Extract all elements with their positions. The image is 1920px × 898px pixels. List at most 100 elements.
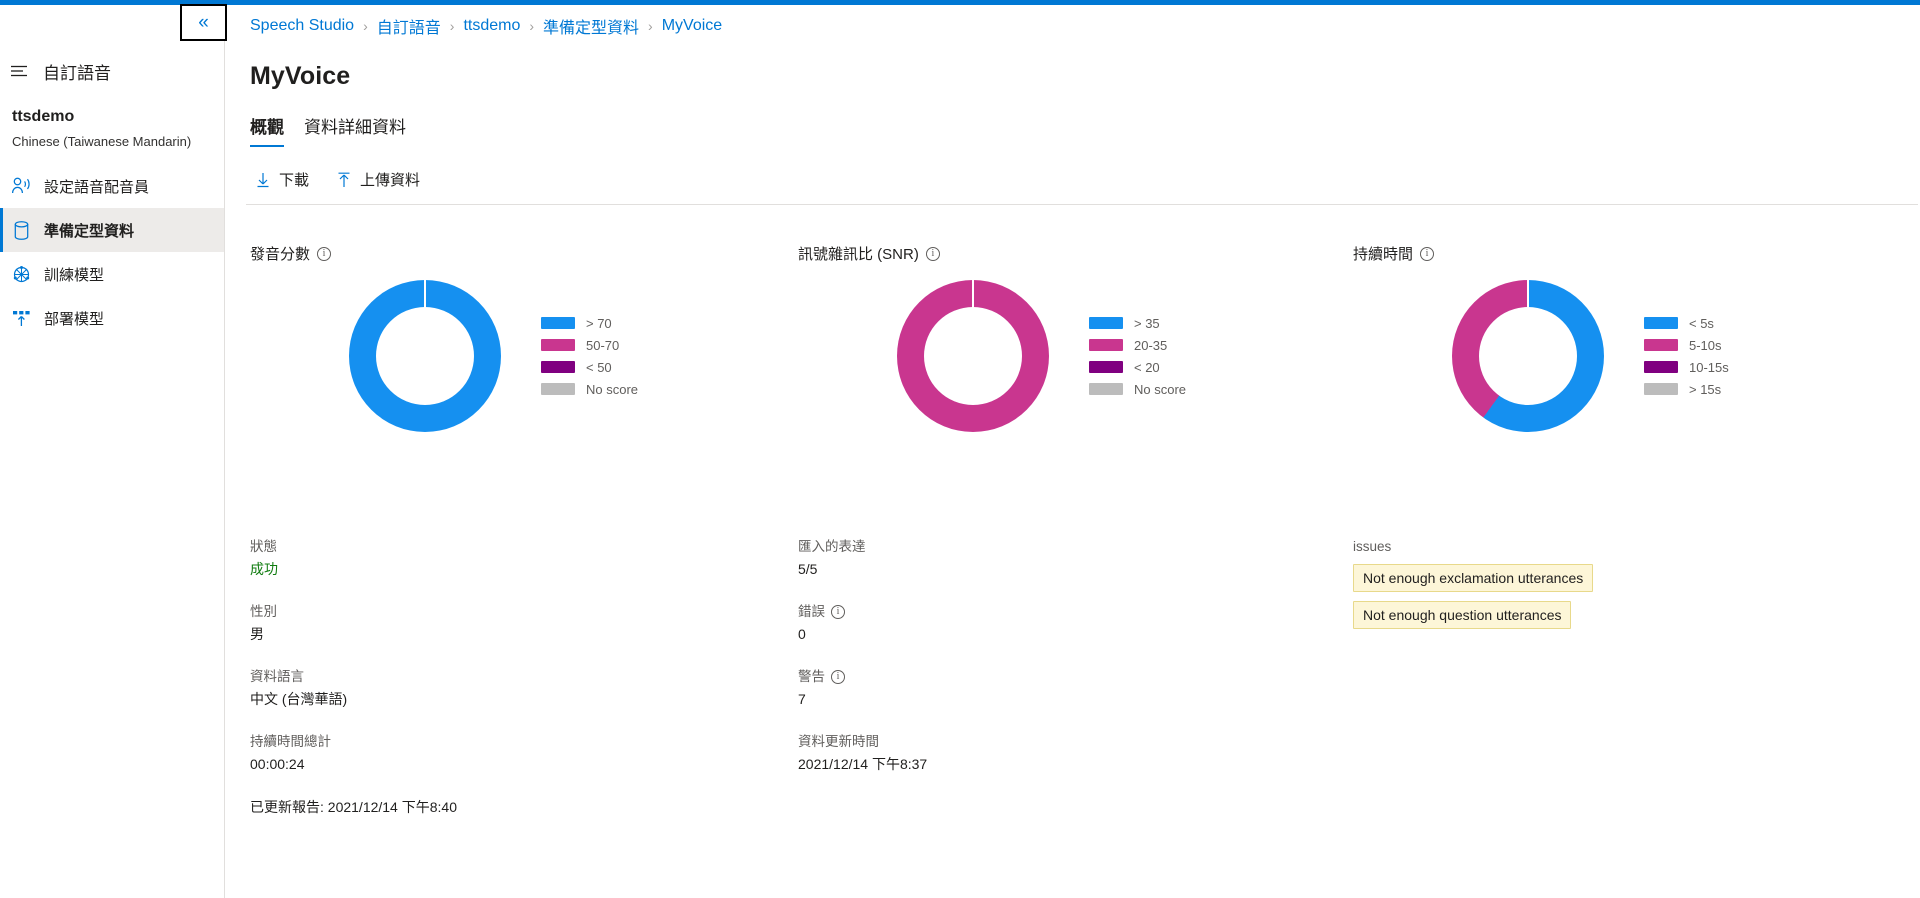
details-column-issues: issues Not enough exclamation utterances… bbox=[1329, 537, 1877, 817]
legend-swatch bbox=[1644, 317, 1678, 329]
info-icon[interactable]: i bbox=[831, 670, 845, 684]
field-label: 資料更新時間 bbox=[798, 732, 1329, 752]
charts-row: 發音分數 i > 70 50-70 < 50 No score 訊號雜訊比 (S… bbox=[226, 205, 1920, 432]
legend-swatch bbox=[541, 361, 575, 373]
collapse-sidebar-button[interactable]: « bbox=[180, 4, 227, 41]
breadcrumb: Speech Studio › 自訂語音 › ttsdemo › 準備定型資料 … bbox=[226, 5, 1920, 38]
legend-item: > 70 bbox=[541, 312, 638, 334]
project-name: ttsdemo bbox=[12, 108, 75, 125]
legend-label: < 5s bbox=[1689, 315, 1714, 331]
field-errors: 錯誤 i 0 bbox=[798, 602, 1329, 645]
legend-label: > 15s bbox=[1689, 381, 1722, 397]
report-updated-text: 已更新報告: 2021/12/14 下午8:40 bbox=[250, 799, 457, 815]
field-label: 持續時間總計 bbox=[250, 734, 331, 749]
sidebar-item-label: 準備定型資料 bbox=[44, 222, 135, 240]
chart-snr: 訊號雜訊比 (SNR) i > 35 20-35 < 20 No score bbox=[774, 243, 1329, 432]
tab-data-details-label: 資料詳細資料 bbox=[304, 118, 406, 137]
donut-chart bbox=[349, 280, 501, 432]
legend-label: No score bbox=[586, 381, 639, 397]
legend-item: 50-70 bbox=[541, 334, 638, 356]
donut-hole bbox=[1479, 307, 1577, 405]
field-value: 7 bbox=[798, 691, 806, 707]
legend-swatch bbox=[1644, 339, 1678, 351]
field-label: 匯入的表達 bbox=[798, 537, 1329, 557]
sidebar-item-voice-talent[interactable]: 設定語音配音員 bbox=[0, 164, 224, 208]
legend-swatch bbox=[541, 339, 575, 351]
field-label: 警告 i bbox=[798, 667, 1329, 687]
sidebar-item-train-model[interactable]: 訓練模型 bbox=[0, 252, 224, 296]
info-icon[interactable]: i bbox=[831, 605, 845, 619]
legend-item: < 5s bbox=[1644, 312, 1729, 334]
donut-chart bbox=[897, 280, 1049, 432]
voice-talent-icon bbox=[10, 175, 32, 197]
field-value: 成功 bbox=[250, 561, 278, 577]
legend-item: No score bbox=[541, 378, 638, 400]
legend-swatch bbox=[1089, 383, 1123, 395]
chart-title-row: 發音分數 i bbox=[226, 243, 774, 264]
legend-item: 5-10s bbox=[1644, 334, 1729, 356]
issue-chip[interactable]: Not enough exclamation utterances bbox=[1353, 564, 1594, 592]
legend-swatch bbox=[1089, 361, 1123, 373]
chart-body: > 35 20-35 < 20 No score bbox=[774, 280, 1329, 432]
tab-overview-label: 概觀 bbox=[250, 118, 284, 137]
chart-body: > 70 50-70 < 50 No score bbox=[226, 280, 774, 432]
download-button[interactable]: 下載 bbox=[246, 163, 319, 196]
page-title: MyVoice bbox=[250, 62, 351, 90]
donut-segment-separator bbox=[972, 280, 974, 308]
field-label-text: 錯誤 bbox=[798, 604, 825, 619]
legend-label: 50-70 bbox=[586, 337, 620, 353]
legend-item: 20-35 bbox=[1089, 334, 1186, 356]
breadcrumb-item-ttsdemo[interactable]: ttsdemo bbox=[463, 17, 520, 35]
breadcrumb-item-speech-studio[interactable]: Speech Studio bbox=[250, 17, 354, 35]
sidebar-section-title-label: 自訂語音 bbox=[43, 63, 111, 83]
chart-title-row: 訊號雜訊比 (SNR) i bbox=[774, 243, 1329, 264]
legend-item: > 15s bbox=[1644, 378, 1729, 400]
field-label: 資料語言 bbox=[250, 669, 304, 684]
legend-label: < 20 bbox=[1134, 359, 1160, 375]
sidebar-item-deploy-model[interactable]: 部署模型 bbox=[0, 296, 224, 340]
issues-label: issues bbox=[1353, 539, 1392, 554]
field-value: 00:00:24 bbox=[250, 756, 305, 772]
breadcrumb-separator-icon: › bbox=[363, 18, 368, 34]
tab-overview[interactable]: 概觀 bbox=[250, 113, 284, 147]
chart-title: 持續時間 bbox=[1353, 246, 1414, 263]
info-icon[interactable]: i bbox=[925, 246, 940, 261]
sidebar-section-title: 自訂語音 bbox=[0, 53, 224, 89]
app-root: « 自訂語音 ttsdemo Chinese (Taiwanese Mandar… bbox=[0, 0, 1920, 898]
tab-data-details[interactable]: 資料詳細資料 bbox=[304, 113, 406, 147]
chart-pronunciation-score: 發音分數 i > 70 50-70 < 50 No score bbox=[226, 243, 774, 432]
legend-item: 10-15s bbox=[1644, 356, 1729, 378]
legend-label: 20-35 bbox=[1134, 337, 1168, 353]
legend-label: > 70 bbox=[586, 315, 612, 331]
field-value: 5/5 bbox=[798, 561, 818, 577]
donut-segment-separator bbox=[424, 280, 426, 308]
breadcrumb-separator-icon: › bbox=[449, 18, 455, 34]
info-icon[interactable]: i bbox=[1420, 246, 1435, 261]
breadcrumb-separator-icon: › bbox=[529, 18, 535, 34]
tab-bar: 概觀 資料詳細資料 bbox=[226, 91, 1920, 147]
legend-label: 5-10s bbox=[1689, 337, 1722, 353]
deploy-model-icon bbox=[10, 307, 32, 329]
upload-data-button[interactable]: 上傳資料 bbox=[327, 163, 430, 196]
legend-label: No score bbox=[1134, 381, 1187, 397]
legend-swatch bbox=[1089, 317, 1123, 329]
field-value: 男 bbox=[250, 626, 264, 642]
info-icon[interactable]: i bbox=[317, 246, 332, 261]
issue-chip[interactable]: Not enough question utterances bbox=[1353, 601, 1572, 629]
details-column-status: 狀態 成功 性別 男 資料語言 中文 (台灣華語) 持續時間總計 00:00:2… bbox=[226, 537, 774, 817]
main-content: Speech Studio › 自訂語音 › ttsdemo › 準備定型資料 … bbox=[226, 5, 1920, 898]
project-info: ttsdemo Chinese (Taiwanese Mandarin) bbox=[0, 89, 224, 164]
project-language: Chinese (Taiwanese Mandarin) bbox=[12, 134, 192, 149]
breadcrumb-item-myvoice[interactable]: MyVoice bbox=[662, 17, 722, 35]
chart-legend: < 5s 5-10s 10-15s > 15s bbox=[1644, 312, 1729, 400]
legend-swatch bbox=[1644, 361, 1678, 373]
legend-swatch bbox=[1644, 383, 1678, 395]
legend-label: > 35 bbox=[1134, 315, 1160, 331]
chart-body: < 5s 5-10s 10-15s > 15s bbox=[1329, 280, 1877, 432]
breadcrumb-item-custom-voice[interactable]: 自訂語音 bbox=[377, 14, 441, 38]
field-label-text: 匯入的表達 bbox=[798, 539, 866, 554]
chart-title-row: 持續時間 i bbox=[1329, 243, 1877, 264]
breadcrumb-item-training-data[interactable]: 準備定型資料 bbox=[543, 14, 639, 38]
upload-data-button-label: 上傳資料 bbox=[360, 172, 421, 189]
sidebar-item-training-data[interactable]: 準備定型資料 bbox=[0, 208, 224, 252]
